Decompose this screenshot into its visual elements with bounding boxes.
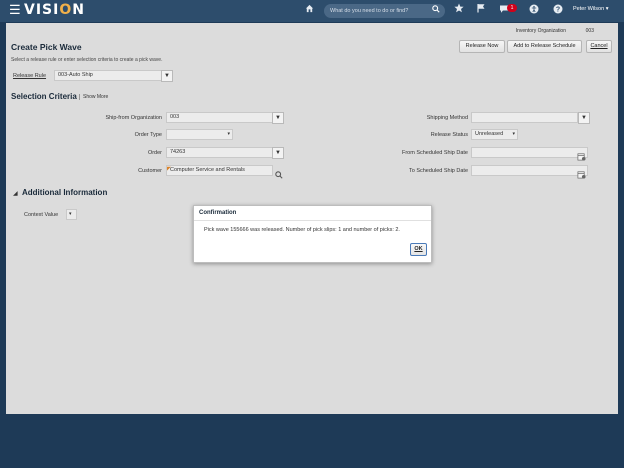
additional-info-heading[interactable]: Additional Information: [22, 188, 107, 197]
vision-logo: VISION: [24, 2, 85, 18]
release-rule-label: Release Rule: [13, 73, 47, 79]
top-nav-bar: ☰ VISION 1 ? Peter Wilson ▾: [0, 0, 624, 22]
triangle-down-icon: ▼: [581, 115, 587, 121]
order-type-label: Order Type: [134, 132, 162, 138]
shipping-method-field[interactable]: [471, 112, 578, 123]
release-status-label: Release Status: [430, 132, 468, 138]
to-ship-date-field[interactable]: [471, 165, 588, 176]
home-icon[interactable]: [305, 4, 314, 17]
release-status-value: Unreleased: [475, 131, 504, 137]
logo-suffix: N: [72, 2, 85, 18]
hamburger-icon[interactable]: ☰: [9, 3, 21, 17]
customer-value: Computer Service and Rentals: [170, 167, 245, 173]
help-icon[interactable]: ?: [553, 4, 563, 18]
caret-down-icon: ▾: [69, 211, 72, 217]
order-type-select[interactable]: ▾: [166, 129, 233, 140]
user-name: Peter Wilson: [573, 6, 605, 12]
triangle-down-icon: ▼: [275, 150, 281, 156]
shipping-method-dropdown-button[interactable]: ▼: [578, 112, 590, 124]
required-marker-icon: ◤: [167, 166, 171, 172]
accessibility-icon[interactable]: [529, 4, 539, 18]
order-field[interactable]: 74263: [166, 147, 273, 158]
svg-text:?: ?: [556, 7, 560, 14]
show-more-link[interactable]: Show More: [79, 94, 108, 100]
inventory-org-label: Inventory Organization: [515, 28, 566, 34]
context-value-label: Context Value: [24, 212, 59, 218]
caret-down-icon: ▾: [512, 131, 515, 137]
customer-label: Customer: [138, 168, 162, 174]
calendar-icon[interactable]: [577, 148, 586, 166]
ship-from-org-field[interactable]: 003: [166, 112, 273, 123]
from-ship-date-label: From Scheduled Ship Date: [401, 150, 468, 156]
release-rule-dropdown-button[interactable]: ▼: [161, 70, 173, 82]
page-title: Create Pick Wave: [11, 42, 82, 52]
search-icon[interactable]: [432, 5, 440, 15]
order-label: Order: [147, 150, 162, 156]
context-value-select[interactable]: ▾: [66, 209, 77, 220]
customer-field[interactable]: ◤ Computer Service and Rentals: [166, 165, 273, 176]
search-input[interactable]: [330, 5, 430, 17]
notification-badge: 1: [507, 4, 517, 12]
shipping-method-label: Shipping Method: [426, 115, 468, 121]
confirmation-dialog: Confirmation Pick wave 155666 was releas…: [193, 205, 432, 263]
to-ship-date-label: To Scheduled Ship Date: [408, 168, 468, 174]
user-menu[interactable]: Peter Wilson ▾: [573, 6, 608, 12]
chevron-down-icon: ▾: [605, 6, 609, 12]
release-status-select[interactable]: Unreleased ▾: [471, 129, 518, 140]
cancel-button[interactable]: Cancel: [586, 40, 612, 53]
logo-o: O: [59, 2, 73, 18]
triangle-down-icon: ▼: [164, 73, 170, 79]
from-ship-date-field[interactable]: [471, 147, 588, 158]
add-to-release-schedule-button[interactable]: Add to Release Schedule: [507, 40, 582, 53]
dialog-header: Confirmation: [194, 206, 431, 221]
triangle-down-icon: ▼: [275, 115, 281, 121]
flag-icon[interactable]: [476, 3, 486, 17]
caret-down-icon: ▾: [227, 131, 230, 137]
collapse-triangle-icon[interactable]: ◢: [13, 190, 18, 197]
customer-search-icon[interactable]: [275, 166, 283, 184]
dialog-title: Confirmation: [199, 210, 237, 216]
release-rule-field[interactable]: 003-Auto Ship: [54, 70, 162, 81]
order-dropdown-button[interactable]: ▼: [272, 147, 284, 159]
ship-from-org-dropdown-button[interactable]: ▼: [272, 112, 284, 124]
ok-button[interactable]: OK: [410, 243, 427, 256]
page-subtitle: Select a release rule or enter selection…: [11, 57, 163, 63]
logo-prefix: VISI: [24, 2, 60, 18]
global-search[interactable]: [324, 4, 445, 18]
ship-from-org-label: Ship-from Organization: [105, 115, 162, 121]
release-now-button[interactable]: Release Now: [459, 40, 505, 53]
star-icon[interactable]: [454, 3, 464, 17]
selection-criteria-heading: Selection Criteria: [11, 92, 77, 101]
calendar-icon[interactable]: [577, 166, 586, 184]
inventory-org-value: 003: [585, 28, 594, 34]
dialog-message: Pick wave 155666 was released. Number of…: [204, 227, 400, 233]
